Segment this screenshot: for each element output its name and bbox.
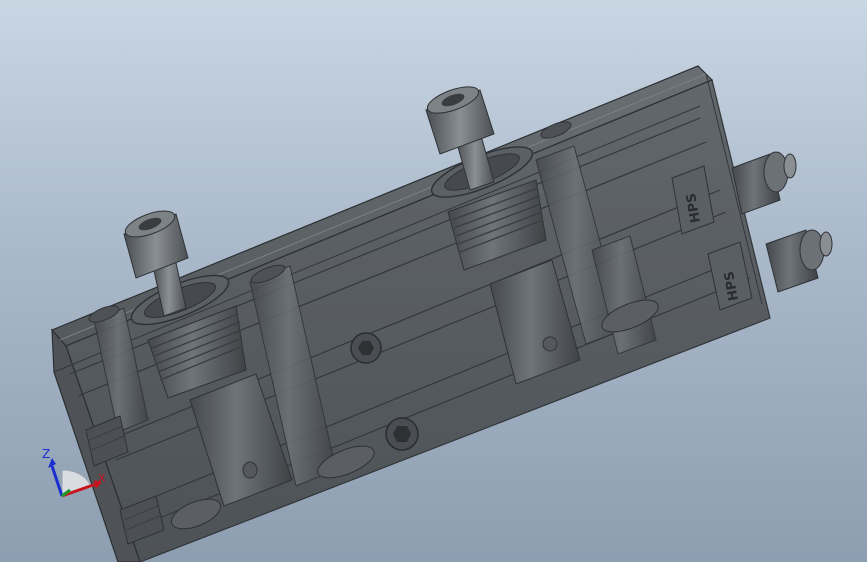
front-hex-plug-2[interactable] — [385, 417, 419, 451]
front-hex-plug-1[interactable] — [350, 332, 382, 364]
model-view[interactable]: HPS HPS Z X — [0, 0, 867, 562]
triad-z-axis — [50, 465, 64, 497]
fitting-lower[interactable] — [765, 229, 833, 293]
left-bolt-head[interactable] — [122, 206, 189, 279]
triad-x-label: X — [98, 472, 106, 485]
triad-z-label: Z — [42, 447, 50, 461]
cad-viewport[interactable]: HPS HPS Z X — [0, 0, 867, 562]
fitting-upper[interactable] — [731, 151, 797, 215]
